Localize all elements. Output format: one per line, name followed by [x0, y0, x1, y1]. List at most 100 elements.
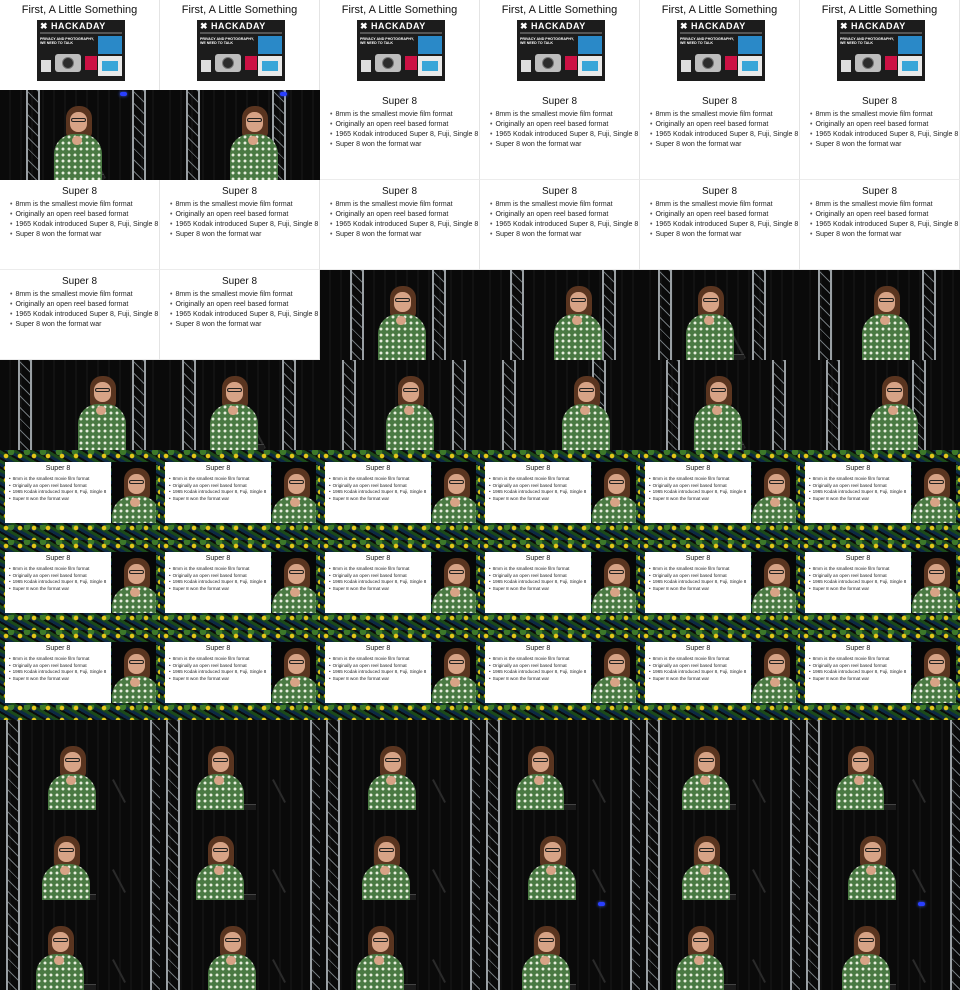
stage-truss [470, 900, 480, 990]
hackaday-screenshot: ✖ HACKADAY PRIVACY AND PHOTOGRAPHY, WE N… [357, 20, 445, 81]
stage-truss [18, 360, 32, 450]
article-thumbnail [681, 60, 691, 72]
slide-bullet: Super 8 won the format war [650, 140, 798, 150]
slide-bullet: Originally an open reel based format [650, 210, 798, 220]
slide-title: Super 8 [221, 186, 258, 197]
slide-title: Super 8 [861, 186, 898, 197]
slide-bullet-list: 8mm is the smallest movie film format Or… [650, 200, 798, 240]
speaker-figure [72, 372, 132, 450]
speaker-figure [522, 832, 582, 900]
stage-truss [790, 900, 800, 990]
stage-truss [806, 810, 820, 900]
camera-image [215, 54, 241, 72]
slide-bullet-list: 8mm is the smallest movie film format Or… [489, 476, 587, 502]
hackaday-nav-bar [520, 32, 602, 34]
slide-with-speaker-frame: Super 8 8mm is the smallest movie film f… [480, 630, 640, 720]
slide-bullet: Originally an open reel based format [489, 663, 586, 670]
speaker-figure [272, 554, 316, 613]
speaker-stage-frame [0, 810, 160, 900]
slide-bullet: Originally an open reel based format [809, 483, 906, 490]
super8-slide-card: Super 8 8mm is the smallest movie film f… [645, 552, 751, 613]
hackaday-nav-bar [840, 32, 922, 34]
slide-bullet-list: 8mm is the smallest movie film format Or… [330, 200, 478, 240]
hackaday-nav-bar [360, 32, 442, 34]
speaker-inset [752, 462, 796, 523]
slide-bullet: 8mm is the smallest movie film format [9, 656, 106, 663]
speaker-inset [272, 642, 316, 703]
slide-with-speaker-frame: Super 8 8mm is the smallest movie film f… [480, 540, 640, 630]
speaker-stage-frame [640, 900, 800, 990]
sidebar-panel [98, 36, 122, 54]
hackaday-logo: ✖ HACKADAY [360, 21, 426, 31]
slide-heading: First, A Little Something [661, 4, 778, 16]
slide-bullet: 8mm is the smallest movie film format [810, 200, 958, 210]
slide-bullet: Super 8 won the format war [9, 586, 106, 593]
stage-truss [182, 360, 196, 450]
speaker-stage-frame [160, 90, 320, 180]
contact-sheet-grid: First, A Little Something ✖ HACKADAY PRI… [0, 0, 960, 990]
slide-bullet: Super 8 won the format war [810, 230, 958, 240]
slide-bullet: Originally an open reel based format [170, 300, 318, 310]
slide-with-speaker-frame: Super 8 8mm is the smallest movie film f… [160, 540, 320, 630]
super8-slide-card: Super 8 8mm is the smallest movie film f… [805, 552, 911, 613]
slide-bullet: 1965 Kodak introduced Super 8, Fuji, Sin… [169, 669, 267, 676]
slide-bullet: Super 8 won the format war [810, 140, 958, 150]
slide-with-speaker-frame: Super 8 8mm is the smallest movie film f… [640, 450, 800, 540]
stage-light [120, 92, 127, 96]
speaker-figure [592, 554, 636, 613]
slide-with-speaker-frame: Super 8 8mm is the smallest movie film f… [480, 450, 640, 540]
speaker-inset [432, 642, 476, 703]
slide-heading: First, A Little Something [501, 4, 618, 16]
speaker-figure [912, 554, 956, 613]
slide-bullet: 8mm is the smallest movie film format [330, 200, 478, 210]
slide-with-speaker-frame: Super 8 8mm is the smallest movie film f… [0, 630, 160, 720]
slide-bullet: 8mm is the smallest movie film format [10, 200, 158, 210]
speaker-inset [112, 462, 156, 523]
slide-bullet: 8mm is the smallest movie film format [170, 200, 318, 210]
title-slide-frame: First, A Little Something ✖ HACKADAY PRI… [480, 0, 640, 90]
stage-truss [630, 900, 640, 990]
slide-title: Super 8 [205, 465, 231, 472]
article-thumbnail [885, 56, 897, 70]
slide-bullet: 1965 Kodak introduced Super 8, Fuji, Sin… [10, 220, 158, 230]
slide-bullet: 8mm is the smallest movie film format [169, 656, 266, 663]
speaker-stage-frame [160, 900, 320, 990]
slide-bullet: 1965 Kodak introduced Super 8, Fuji, Sin… [9, 669, 107, 676]
stage-truss [502, 360, 516, 450]
speaker-figure [856, 282, 916, 360]
article-thumbnail [361, 60, 371, 72]
speaker-figure [432, 464, 476, 523]
slide-bullet: 1965 Kodak introduced Super 8, Fuji, Sin… [170, 310, 318, 320]
speaker-figure [676, 742, 736, 810]
article-thumbnail [565, 56, 577, 70]
speaker-figure [272, 644, 316, 703]
speaker-figure [670, 922, 730, 990]
slide-bullet: 8mm is the smallest movie film format [489, 566, 586, 573]
super8-slide-card: Super 8 8mm is the smallest movie film f… [485, 552, 591, 613]
slide-bullet: 8mm is the smallest movie film format [169, 566, 266, 573]
slide-bullet: Originally an open reel based format [170, 210, 318, 220]
speaker-stage-frame [640, 360, 800, 450]
slide-bullet: Super 8 won the format war [649, 676, 746, 683]
slide-bullet: 8mm is the smallest movie film format [489, 476, 586, 483]
stage-truss [326, 720, 340, 810]
hackaday-nav-bar [200, 32, 282, 34]
speaker-figure [510, 742, 570, 810]
slide-bullet: Super 8 won the format war [9, 676, 106, 683]
stage-truss [310, 900, 320, 990]
stage-truss [646, 720, 660, 810]
slide-heading: First, A Little Something [181, 4, 298, 16]
slide-with-speaker-frame: Super 8 8mm is the smallest movie film f… [160, 630, 320, 720]
slide-bullet: Super 8 won the format war [649, 496, 746, 503]
speaker-figure [836, 922, 896, 990]
hackaday-screenshot: ✖ HACKADAY PRIVACY AND PHOTOGRAPHY, WE N… [197, 20, 285, 81]
sidebar-panel [418, 36, 442, 54]
hackaday-headline: PRIVACY AND PHOTOGRAPHY, WE NEED TO TALK [840, 37, 894, 46]
stage-truss [150, 900, 160, 990]
slide-bullet: 1965 Kodak introduced Super 8, Fuji, Sin… [489, 579, 587, 586]
super8-slide-frame: Super 8 8mm is the smallest movie film f… [0, 270, 160, 360]
slide-bullet-list: 8mm is the smallest movie film format Or… [490, 110, 638, 150]
slide-bullet: 8mm is the smallest movie film format [650, 200, 798, 210]
title-slide-frame: First, A Little Something ✖ HACKADAY PRI… [0, 0, 160, 90]
speaker-figure [48, 102, 108, 180]
